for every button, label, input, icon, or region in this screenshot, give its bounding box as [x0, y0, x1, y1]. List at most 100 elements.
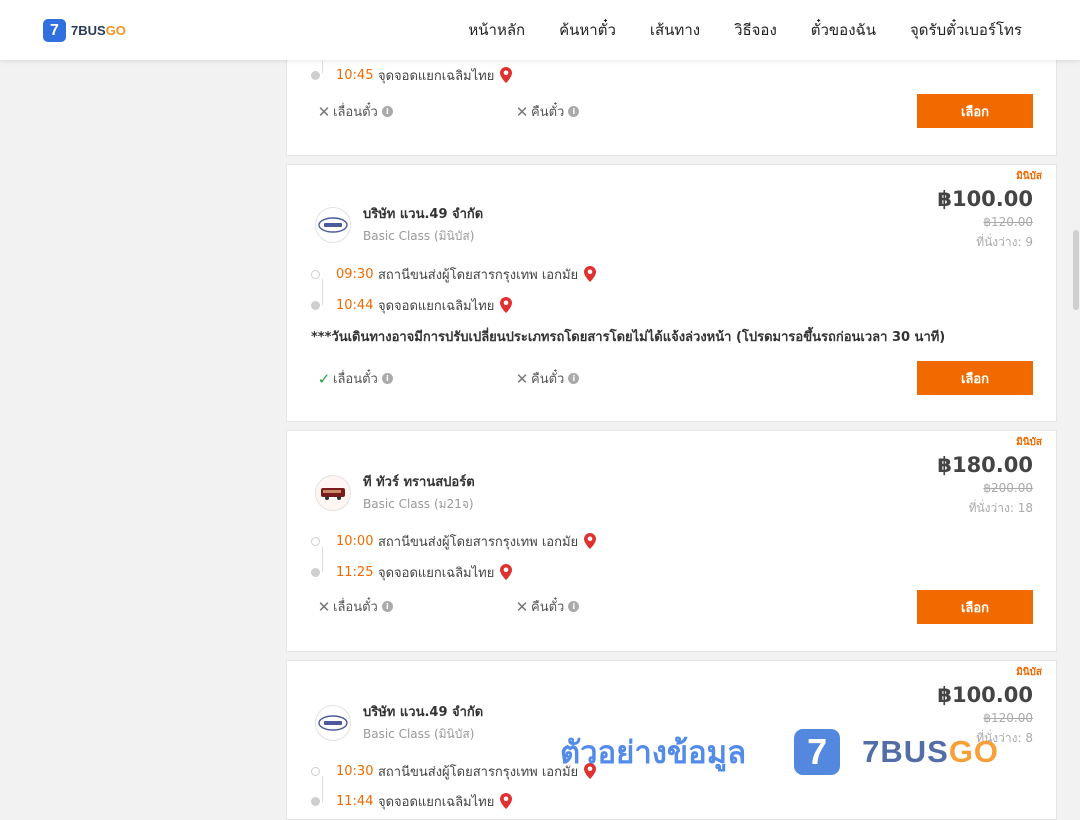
vehicle-type-badge: มินิบัส — [1016, 667, 1042, 678]
scrollbar-thumb[interactable] — [1073, 230, 1079, 310]
arrival-place: จุดจอดแยกเฉลิมไทย — [378, 565, 495, 581]
current-price: ฿100.00 — [937, 187, 1033, 211]
logo-text: 7BUS — [71, 23, 106, 38]
timeline-dot — [311, 300, 320, 310]
location-pin-icon[interactable] — [584, 266, 597, 282]
departure-stop: 09:30 สถานีขนส่งผู้โดยสารกรุงเทพ เอกมัย — [311, 264, 597, 284]
departure-stop: 10:00 สถานีขนส่งผู้โดยสารกรุงเทพ เอกมัย — [311, 531, 597, 551]
vehicle-type-badge: มินิบัส — [1016, 437, 1042, 448]
change-ticket-label: เลื่อนตั๋ว — [333, 105, 378, 120]
departure-place: สถานีขนส่งผู้โดยสารกรุงเทพ เอกมัย — [378, 764, 579, 780]
select-button[interactable]: เลือก — [917, 361, 1033, 395]
location-pin-icon[interactable] — [584, 533, 597, 549]
close-icon: ✕ — [317, 102, 331, 121]
change-ticket-label: เลื่อนตั๋ว — [333, 600, 378, 615]
timeline-dot — [311, 269, 320, 279]
vehicle-type-badge: มินิบัส — [1016, 171, 1042, 182]
change-ticket-policy: ✕ เลื่อนตั๋ว i — [317, 596, 393, 617]
current-price: ฿100.00 — [937, 683, 1033, 707]
arrival-stop: 11:44 จุดจอดแยกเฉลิมไทย — [311, 791, 513, 811]
change-ticket-label: เลื่อนตั๋ว — [333, 372, 378, 387]
departure-time: 09:30 — [336, 266, 374, 282]
sample-data-watermark: ตัวอย่างข้อมูล 7 7BUSGO — [560, 722, 1030, 782]
watermark-brand: 7BUS — [862, 734, 949, 769]
timeline-dot — [311, 766, 320, 776]
select-button[interactable]: เลือก — [917, 590, 1033, 624]
arrival-stop: 11:25 จุดจอดแยกเฉลิมไทย — [311, 562, 513, 582]
timeline-dot — [311, 70, 320, 80]
nav-how-to-book[interactable]: วิธีจอง — [734, 18, 777, 42]
close-icon: ✕ — [515, 102, 529, 121]
current-price: ฿180.00 — [937, 453, 1033, 477]
operator-logo — [315, 474, 351, 511]
info-icon[interactable]: i — [381, 373, 393, 384]
refund-label: คืนตั๋ว — [531, 372, 565, 387]
info-icon[interactable]: i — [568, 601, 580, 612]
price-block: ฿100.00 ฿120.00 ที่นั่งว่าง: 9 — [937, 187, 1033, 252]
check-icon: ✓ — [317, 369, 331, 388]
close-icon: ✕ — [317, 597, 331, 616]
price-block: ฿180.00 ฿200.00 ที่นั่งว่าง: 18 — [937, 453, 1033, 518]
nav-search-ticket[interactable]: ค้นหาตั๋ว — [559, 18, 616, 42]
arrival-stop: 10:45 จุดจอดแยกเฉลิมไทย — [311, 65, 513, 85]
nav-my-tickets[interactable]: ตั๋วของฉัน — [811, 18, 876, 42]
timeline-dot — [311, 567, 320, 577]
site-header: 7 7BUSGO หน้าหลัก ค้นหาตั๋ว เส้นทาง วิธี… — [0, 0, 1080, 60]
service-class: Basic Class (มินิบัส) — [363, 229, 475, 243]
timeline-dot — [311, 536, 320, 546]
departure-time: 10:30 — [336, 763, 374, 779]
operator: ที ทัวร์ ทรานสปอร์ต Basic Class (ม21จ) — [315, 471, 475, 514]
operator-name: บริษัท แวน.49 จำกัด — [363, 705, 484, 720]
arrival-place: จุดจอดแยกเฉลิมไทย — [378, 68, 495, 84]
operator-logo — [315, 206, 351, 243]
trip-card: มินิบัส บริษัท แวน.49 จำกัด Basic Class … — [286, 164, 1057, 422]
operator-name: ที ทัวร์ ทรานสปอร์ต — [363, 475, 475, 490]
operator-name: บริษัท แวน.49 จำกัด — [363, 207, 484, 222]
main-nav: หน้าหลัก ค้นหาตั๋ว เส้นทาง วิธีจอง ตั๋วข… — [434, 0, 1022, 60]
departure-stop: 10:30 สถานีขนส่งผู้โดยสารกรุงเทพ เอกมัย — [311, 761, 597, 781]
refund-policy: ✕ คืนตั๋ว i — [515, 101, 580, 122]
arrival-time: 11:44 — [336, 793, 374, 809]
arrival-place: จุดจอดแยกเฉลิมไทย — [378, 298, 495, 314]
departure-place: สถานีขนส่งผู้โดยสารกรุงเทพ เอกมัย — [378, 534, 579, 550]
seats-available: ที่นั่งว่าง: 9 — [976, 235, 1033, 249]
original-price: ฿120.00 — [983, 215, 1033, 229]
info-icon[interactable]: i — [381, 106, 393, 117]
nav-routes[interactable]: เส้นทาง — [650, 18, 700, 42]
departure-place: สถานีขนส่งผู้โดยสารกรุงเทพ เอกมัย — [378, 267, 579, 283]
service-class: Basic Class (ม21จ) — [363, 497, 474, 511]
nav-home[interactable]: หน้าหลัก — [468, 18, 525, 42]
operator: บริษัท แวน.49 จำกัด Basic Class (มินิบัส… — [315, 701, 483, 744]
arrival-place: จุดจอดแยกเฉลิมไทย — [378, 794, 495, 810]
select-button[interactable]: เลือก — [917, 94, 1033, 128]
info-icon[interactable]: i — [381, 601, 393, 612]
logo-mark: 7 — [43, 19, 66, 42]
location-pin-icon[interactable] — [500, 793, 513, 809]
info-icon[interactable]: i — [568, 106, 580, 117]
trip-notice: ***วันเดินทางอาจมีการปรับเปลี่ยนประเภทรถ… — [311, 330, 946, 345]
site-logo[interactable]: 7 7BUSGO — [43, 19, 126, 42]
change-ticket-policy: ✓ เลื่อนตั๋ว i — [317, 368, 393, 389]
refund-policy: ✕ คืนตั๋ว i — [515, 596, 580, 617]
departure-time: 10:00 — [336, 533, 374, 549]
timeline-dot — [311, 796, 320, 806]
location-pin-icon[interactable] — [500, 67, 513, 83]
operator: บริษัท แวน.49 จำกัด Basic Class (มินิบัส… — [315, 203, 483, 246]
service-class: Basic Class (มินิบัส) — [363, 727, 475, 741]
logo-text-accent: GO — [105, 23, 126, 38]
page-scrollbar[interactable] — [1072, 60, 1080, 800]
refund-label: คืนตั๋ว — [531, 600, 565, 615]
arrival-time: 10:45 — [336, 67, 374, 83]
arrival-time: 11:25 — [336, 564, 374, 580]
location-pin-icon[interactable] — [500, 564, 513, 580]
seats-available: ที่นั่งว่าง: 18 — [968, 501, 1033, 515]
close-icon: ✕ — [515, 597, 529, 616]
info-icon[interactable]: i — [568, 373, 580, 384]
close-icon: ✕ — [515, 369, 529, 388]
arrival-stop: 10:44 จุดจอดแยกเฉลิมไทย — [311, 295, 513, 315]
location-pin-icon[interactable] — [500, 297, 513, 313]
refund-policy: ✕ คืนตั๋ว i — [515, 368, 580, 389]
trip-card: มินิบัส ที ทัวร์ ทรานสปอร์ต Basic Class … — [286, 430, 1057, 652]
nav-ticket-points[interactable]: จุดรับตั๋วเบอร์โทร — [910, 18, 1022, 42]
arrival-time: 10:44 — [336, 297, 374, 313]
